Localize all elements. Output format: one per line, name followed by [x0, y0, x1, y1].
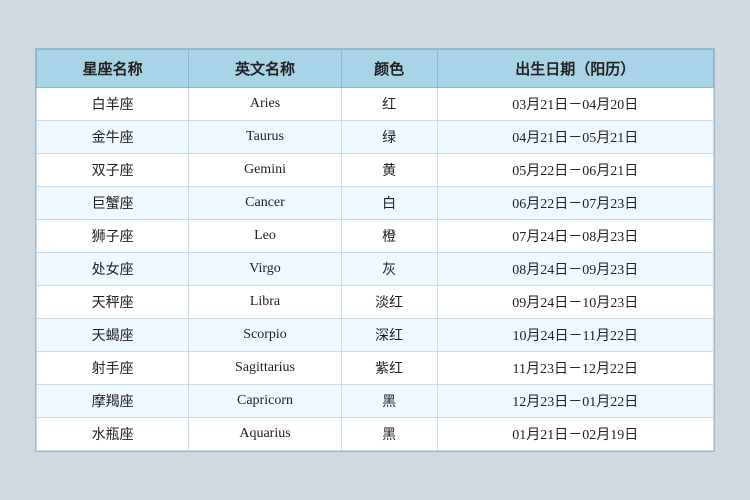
- table-cell: 天蝎座: [37, 319, 189, 352]
- table-row: 水瓶座Aquarius黑01月21日－02月19日: [37, 418, 714, 451]
- table-cell: Taurus: [189, 121, 341, 154]
- table-cell: 11月23日－12月22日: [437, 352, 713, 385]
- table-row: 天蝎座Scorpio深红10月24日－11月22日: [37, 319, 714, 352]
- table-cell: Libra: [189, 286, 341, 319]
- table-header-row: 星座名称英文名称颜色出生日期（阳历）: [37, 50, 714, 88]
- table-cell: 天秤座: [37, 286, 189, 319]
- table-cell: 水瓶座: [37, 418, 189, 451]
- table-cell: Aries: [189, 88, 341, 121]
- table-row: 双子座Gemini黄05月22日－06月21日: [37, 154, 714, 187]
- table-cell: Gemini: [189, 154, 341, 187]
- table-cell: 绿: [341, 121, 437, 154]
- table-row: 射手座Sagittarius紫红11月23日－12月22日: [37, 352, 714, 385]
- table-cell: 05月22日－06月21日: [437, 154, 713, 187]
- table-cell: 10月24日－11月22日: [437, 319, 713, 352]
- table-cell: 紫红: [341, 352, 437, 385]
- table-cell: Sagittarius: [189, 352, 341, 385]
- table-cell: 黑: [341, 418, 437, 451]
- table-cell: 深红: [341, 319, 437, 352]
- table-cell: Scorpio: [189, 319, 341, 352]
- table-cell: 红: [341, 88, 437, 121]
- table-row: 摩羯座Capricorn黑12月23日－01月22日: [37, 385, 714, 418]
- table-cell: Cancer: [189, 187, 341, 220]
- table-cell: 狮子座: [37, 220, 189, 253]
- table-cell: Leo: [189, 220, 341, 253]
- table-cell: 巨蟹座: [37, 187, 189, 220]
- table-cell: Aquarius: [189, 418, 341, 451]
- table-row: 处女座Virgo灰08月24日－09月23日: [37, 253, 714, 286]
- table-row: 天秤座Libra淡红09月24日－10月23日: [37, 286, 714, 319]
- table-cell: 04月21日－05月21日: [437, 121, 713, 154]
- table-cell: 金牛座: [37, 121, 189, 154]
- table-row: 狮子座Leo橙07月24日－08月23日: [37, 220, 714, 253]
- table-cell: 07月24日－08月23日: [437, 220, 713, 253]
- table-cell: Capricorn: [189, 385, 341, 418]
- table-header-cell: 英文名称: [189, 50, 341, 88]
- table-cell: 08月24日－09月23日: [437, 253, 713, 286]
- table-cell: 06月22日－07月23日: [437, 187, 713, 220]
- table-cell: 淡红: [341, 286, 437, 319]
- table-cell: 白: [341, 187, 437, 220]
- table-cell: 双子座: [37, 154, 189, 187]
- table-cell: 09月24日－10月23日: [437, 286, 713, 319]
- table-cell: 12月23日－01月22日: [437, 385, 713, 418]
- zodiac-table-wrapper: 星座名称英文名称颜色出生日期（阳历） 白羊座Aries红03月21日－04月20…: [35, 48, 715, 452]
- table-row: 金牛座Taurus绿04月21日－05月21日: [37, 121, 714, 154]
- table-header-cell: 颜色: [341, 50, 437, 88]
- table-cell: 黄: [341, 154, 437, 187]
- table-cell: 白羊座: [37, 88, 189, 121]
- table-header-cell: 星座名称: [37, 50, 189, 88]
- table-row: 巨蟹座Cancer白06月22日－07月23日: [37, 187, 714, 220]
- table-cell: 摩羯座: [37, 385, 189, 418]
- zodiac-table: 星座名称英文名称颜色出生日期（阳历） 白羊座Aries红03月21日－04月20…: [36, 49, 714, 451]
- table-cell: 射手座: [37, 352, 189, 385]
- table-cell: 处女座: [37, 253, 189, 286]
- table-cell: 03月21日－04月20日: [437, 88, 713, 121]
- table-row: 白羊座Aries红03月21日－04月20日: [37, 88, 714, 121]
- table-body: 白羊座Aries红03月21日－04月20日金牛座Taurus绿04月21日－0…: [37, 88, 714, 451]
- table-cell: Virgo: [189, 253, 341, 286]
- table-cell: 橙: [341, 220, 437, 253]
- table-cell: 黑: [341, 385, 437, 418]
- table-cell: 01月21日－02月19日: [437, 418, 713, 451]
- table-header-cell: 出生日期（阳历）: [437, 50, 713, 88]
- table-cell: 灰: [341, 253, 437, 286]
